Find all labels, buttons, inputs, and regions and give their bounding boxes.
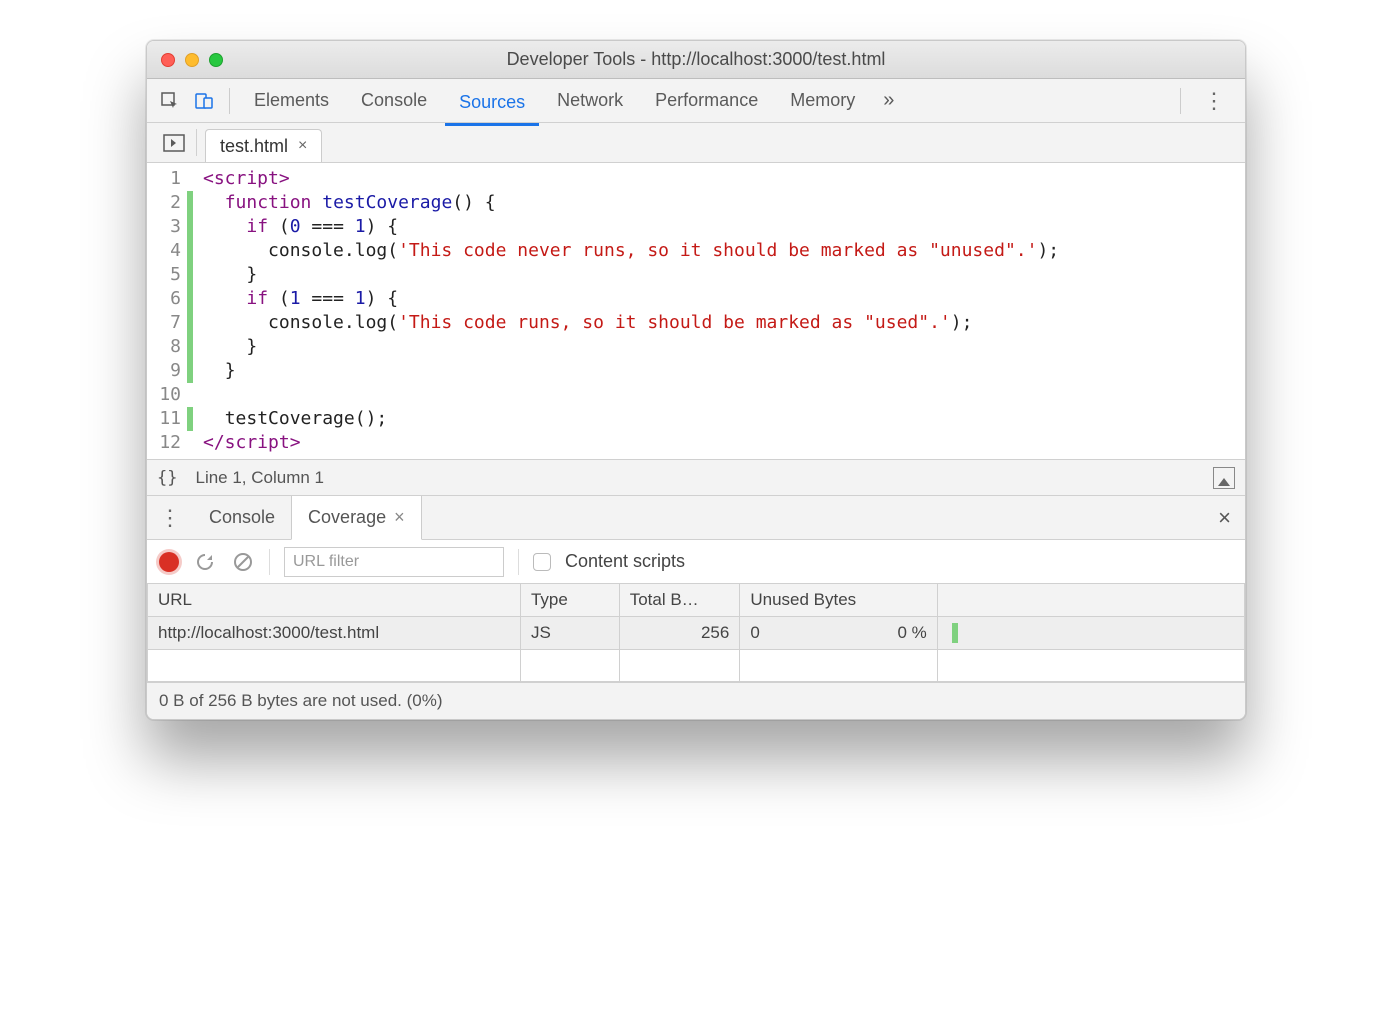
record-button[interactable]	[159, 552, 179, 572]
clear-icon[interactable]	[231, 552, 255, 572]
titlebar: Developer Tools - http://localhost:3000/…	[147, 41, 1245, 79]
cell-total: 256	[619, 617, 740, 650]
window-title: Developer Tools - http://localhost:3000/…	[147, 49, 1245, 70]
close-window-button[interactable]	[161, 53, 175, 67]
cell-url: http://localhost:3000/test.html	[148, 617, 521, 650]
file-tab-label: test.html	[220, 136, 288, 157]
col-unused[interactable]: Unused Bytes	[740, 584, 937, 617]
tab-console[interactable]: Console	[347, 84, 441, 117]
tab-elements[interactable]: Elements	[240, 84, 343, 117]
col-bar[interactable]	[937, 584, 1244, 617]
coverage-summary: 0 B of 256 B bytes are not used. (0%)	[147, 682, 1245, 719]
col-total[interactable]: Total B…	[619, 584, 740, 617]
zoom-window-button[interactable]	[209, 53, 223, 67]
minimize-window-button[interactable]	[185, 53, 199, 67]
cell-unused: 0 0 %	[740, 617, 937, 650]
url-filter-input[interactable]	[284, 547, 504, 577]
traffic-lights	[147, 53, 223, 67]
code-editor[interactable]: 123456789101112 <script> function testCo…	[147, 163, 1245, 459]
close-icon[interactable]: ×	[394, 507, 405, 528]
drawer-tab-coverage[interactable]: Coverage ×	[291, 496, 422, 540]
separator	[1180, 88, 1181, 114]
line-gutter: 123456789101112	[147, 163, 195, 459]
drawer-menu-icon[interactable]: ⋮	[147, 496, 193, 539]
drawer-tab-console[interactable]: Console	[193, 496, 291, 539]
inspect-icon[interactable]	[155, 86, 185, 116]
drawer-tab-bar: ⋮ Console Coverage × ×	[147, 495, 1245, 539]
cell-type: JS	[520, 617, 619, 650]
file-tab-test-html[interactable]: test.html ×	[205, 129, 322, 162]
devtools-window: Developer Tools - http://localhost:3000/…	[146, 40, 1246, 720]
close-icon[interactable]: ×	[298, 137, 307, 155]
tab-sources[interactable]: Sources	[445, 86, 539, 126]
content-scripts-checkbox[interactable]	[533, 553, 551, 571]
cell-bar	[937, 617, 1244, 650]
coverage-table: URL Type Total B… Unused Bytes http://lo…	[147, 583, 1245, 682]
content-scripts-label: Content scripts	[565, 551, 685, 572]
pretty-print-icon[interactable]: {}	[157, 468, 177, 488]
device-mode-icon[interactable]	[189, 86, 219, 116]
table-row	[148, 650, 1245, 682]
tab-memory[interactable]: Memory	[776, 84, 869, 117]
editor-status-bar: {} Line 1, Column 1	[147, 459, 1245, 495]
cursor-position: Line 1, Column 1	[195, 468, 324, 488]
main-toolbar: Elements Console Sources Network Perform…	[147, 79, 1245, 123]
settings-menu-icon[interactable]: ⋮	[1191, 88, 1237, 114]
col-type[interactable]: Type	[520, 584, 619, 617]
navigator-toggle-icon[interactable]	[151, 129, 197, 156]
table-row[interactable]: http://localhost:3000/test.html JS 256 0…	[148, 617, 1245, 650]
close-drawer-icon[interactable]: ×	[1204, 496, 1245, 539]
col-url[interactable]: URL	[148, 584, 521, 617]
tab-network[interactable]: Network	[543, 84, 637, 117]
file-tab-bar: test.html ×	[147, 123, 1245, 163]
separator	[518, 549, 519, 575]
drawer-tab-label: Coverage	[308, 507, 386, 528]
separator	[229, 88, 230, 114]
collapse-drawer-icon[interactable]	[1213, 467, 1235, 489]
tab-performance[interactable]: Performance	[641, 84, 772, 117]
separator	[269, 549, 270, 575]
more-tabs-button[interactable]: »	[873, 89, 904, 112]
reload-icon[interactable]	[193, 552, 217, 572]
code-area[interactable]: <script> function testCoverage() { if (0…	[195, 163, 1245, 459]
coverage-toolbar: Content scripts	[147, 539, 1245, 583]
